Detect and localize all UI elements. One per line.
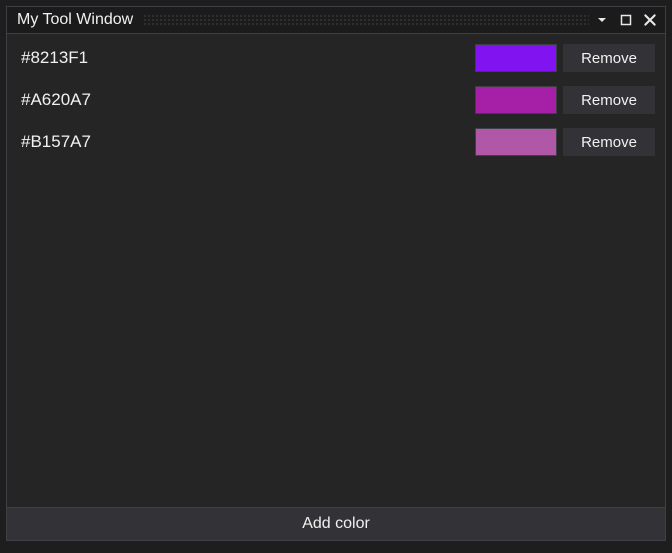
color-hex-label: #A620A7 [13, 90, 475, 110]
footer: Add color [7, 507, 665, 540]
remove-button[interactable]: Remove [563, 86, 655, 114]
titlebar: My Tool Window [7, 7, 665, 33]
color-swatch[interactable] [475, 86, 557, 114]
dropdown-icon[interactable] [593, 11, 611, 29]
color-row: #A620A7 Remove [13, 82, 659, 118]
color-hex-label: #8213F1 [13, 48, 475, 68]
remove-button[interactable]: Remove [563, 128, 655, 156]
color-hex-label: #B157A7 [13, 132, 475, 152]
color-row: #B157A7 Remove [13, 124, 659, 160]
color-list: #8213F1 Remove #A620A7 Remove #B157A7 Re… [7, 33, 665, 507]
color-row: #8213F1 Remove [13, 40, 659, 76]
close-icon[interactable] [641, 11, 659, 29]
maximize-icon[interactable] [617, 11, 635, 29]
color-swatch[interactable] [475, 44, 557, 72]
add-color-button[interactable]: Add color [7, 508, 665, 540]
window-controls [593, 11, 659, 29]
remove-button[interactable]: Remove [563, 44, 655, 72]
color-swatch[interactable] [475, 128, 557, 156]
tool-window: My Tool Window #8213F1 Remove #A620A7 Re… [6, 6, 666, 541]
titlebar-grip[interactable] [143, 14, 589, 26]
window-title: My Tool Window [17, 11, 139, 29]
